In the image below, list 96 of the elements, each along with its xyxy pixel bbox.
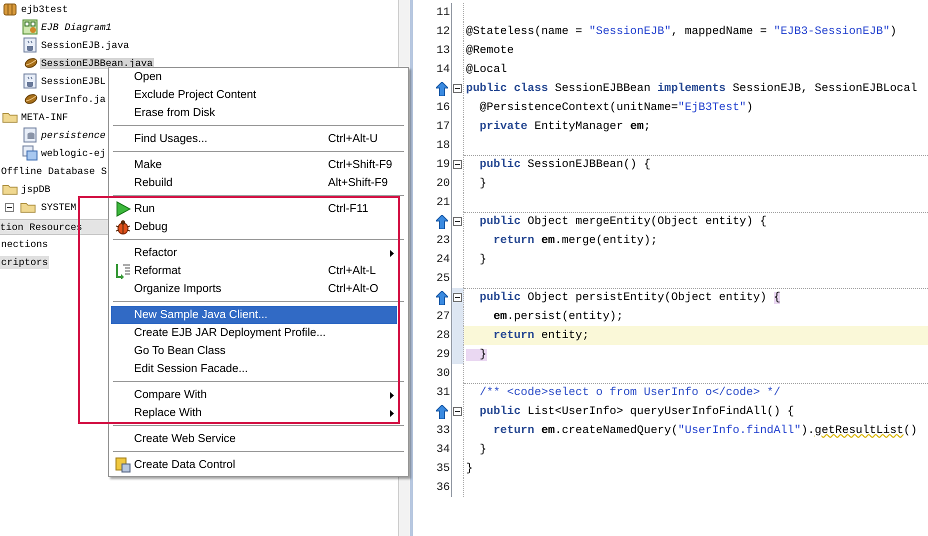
bug-icon — [115, 219, 131, 235]
tree-item[interactable]: nections — [0, 238, 50, 250]
menu-item[interactable]: Rebuild Alt+Shift-F9 — [111, 174, 397, 192]
menu-item[interactable]: Create Data Control — [111, 456, 397, 474]
database-file-icon — [22, 127, 38, 143]
code-line: /** <code>select o from UserInfo o</code> */ — [464, 383, 928, 402]
menu-item[interactable]: Erase from Disk — [111, 104, 397, 122]
tree-item[interactable]: SYSTEM — [40, 202, 78, 212]
run-icon — [115, 201, 131, 217]
menu-item[interactable]: Reformat Ctrl+Alt-L — [111, 262, 397, 280]
menu-item[interactable]: Edit Session Facade... — [111, 360, 397, 378]
line-number: 18 — [436, 140, 450, 152]
code-line: } — [478, 176, 488, 192]
code-line: public Object persistEntity(Object entity) { — [464, 288, 928, 307]
menu-item[interactable]: Create Web Service — [111, 430, 397, 448]
code-line: private EntityManager em; — [478, 120, 652, 134]
tree-item[interactable]: SessionEJBL — [40, 76, 107, 86]
menu-item[interactable]: Debug — [111, 218, 397, 236]
code-line: @PersistenceContext(unitName="EjB3Test") — [478, 100, 754, 116]
code-line: } — [464, 345, 928, 364]
line-number: 34 — [436, 444, 450, 456]
line-number: 21 — [436, 196, 450, 208]
tree-item[interactable]: weblogic-ej — [40, 148, 107, 158]
code-line: } — [478, 442, 488, 458]
java-file-icon — [22, 37, 38, 53]
menu-item[interactable]: Find Usages... Ctrl+Alt-U — [111, 130, 397, 148]
bean-icon — [22, 91, 38, 107]
up-arrow-icon[interactable] — [436, 82, 448, 96]
collapse-icon[interactable] — [453, 293, 462, 302]
tree-item[interactable]: SessionEJB.java — [40, 40, 130, 50]
collapse-icon[interactable] — [5, 202, 14, 212]
line-number: 35 — [436, 462, 450, 474]
code-line: } — [478, 252, 488, 268]
code-line: return em.merge(entity); — [492, 234, 658, 248]
menu-item[interactable]: Exclude Project Content — [111, 86, 397, 104]
diagram-icon — [22, 19, 38, 35]
menu-item[interactable]: Refactor — [111, 244, 397, 262]
line-number: 20 — [436, 178, 450, 190]
tree-item[interactable]: jspDB — [20, 184, 52, 194]
line-number: 27 — [436, 310, 450, 322]
code-line: public class SessionEJBBean implements SessionEJB, SessionEJBLocal — [465, 82, 918, 96]
code-line: em.persist(entity); — [492, 310, 624, 324]
code-line: return em.createNamedQuery("UserInfo.findAll").getResultList() — [492, 424, 918, 438]
up-arrow-icon[interactable] — [436, 290, 448, 304]
line-number: 17 — [436, 120, 450, 132]
line-number: 19 — [436, 158, 450, 170]
up-arrow-icon[interactable] — [436, 404, 448, 418]
menu-item[interactable]: Organize Imports Ctrl+Alt-O — [111, 280, 397, 298]
menu-item[interactable]: Create EJB JAR Deployment Profile... — [111, 324, 397, 342]
line-number: 31 — [436, 386, 450, 398]
collapse-icon[interactable] — [453, 84, 462, 93]
java-file-icon — [22, 73, 38, 89]
collapse-icon[interactable] — [453, 407, 462, 416]
reformat-icon — [115, 263, 131, 279]
collapse-icon[interactable] — [453, 160, 462, 169]
line-number: 14 — [436, 64, 450, 76]
menu-item[interactable]: Replace With — [111, 404, 397, 422]
menu-item[interactable]: Compare With — [111, 386, 397, 404]
tree-item[interactable]: SessionEJBBean.java — [40, 58, 154, 68]
code-line: @Local — [465, 62, 508, 78]
code-line: @Stateless(name = "SessionEJB", mappedName = "EJB3-SessionEJB") — [465, 24, 898, 40]
tree-item[interactable]: persistence — [40, 130, 107, 140]
up-arrow-icon[interactable] — [436, 214, 448, 228]
menu-item[interactable]: Run Ctrl-F11 — [111, 200, 397, 218]
code-line: public List<UserInfo> queryUserInfoFindAll() { — [478, 404, 796, 420]
menu-item[interactable]: New Sample Java Client... — [111, 306, 397, 324]
bean-icon — [22, 55, 38, 71]
line-number: 12 — [436, 26, 450, 38]
tree-item[interactable]: Offline Database S — [0, 166, 108, 176]
code-line: } — [465, 462, 474, 476]
code-line: @Remote — [465, 44, 515, 58]
line-number: 29 — [436, 348, 450, 360]
tree-item[interactable]: META-INF — [20, 112, 70, 122]
line-number: 25 — [436, 272, 450, 284]
menu-item[interactable]: Open — [111, 68, 397, 86]
line-number: 13 — [436, 44, 450, 56]
code-line: public SessionEJBBean() { — [464, 155, 928, 174]
line-number: 24 — [436, 254, 450, 266]
line-number: 11 — [436, 6, 450, 18]
tree-item[interactable]: UserInfo.ja — [40, 94, 107, 104]
collapse-icon[interactable] — [453, 217, 462, 226]
tree-item[interactable]: criptors — [0, 256, 50, 268]
menu-item[interactable]: Make Ctrl+Shift-F9 — [111, 156, 397, 174]
line-number: 30 — [436, 368, 450, 380]
menu-item[interactable]: Go To Bean Class — [111, 342, 397, 360]
line-number: 33 — [436, 424, 450, 436]
code-line: public Object mergeEntity(Object entity) { — [464, 212, 928, 231]
line-number: 23 — [436, 234, 450, 246]
line-number: 36 — [436, 482, 450, 494]
package-icon — [2, 1, 18, 17]
data-control-icon — [115, 457, 131, 473]
line-number: 16 — [436, 102, 450, 114]
line-number: 28 — [436, 330, 450, 342]
tree-item[interactable]: ejb3test — [20, 4, 70, 14]
descriptor-icon — [22, 145, 38, 161]
tree-item[interactable]: EJB Diagram1 — [40, 22, 113, 32]
